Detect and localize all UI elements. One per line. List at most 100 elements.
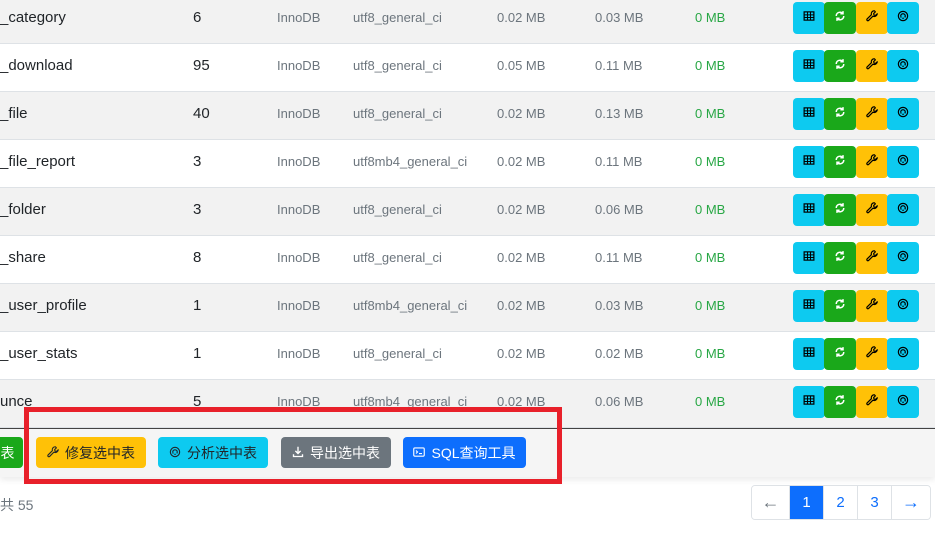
free-space-cell: 0 MB [695, 154, 726, 169]
table-row: unce 5 InnoDB utf8mb4_general_ci 0.02 MB 0.06… [0, 380, 935, 428]
partial-bulk-button[interactable]: 表 [0, 437, 23, 468]
pagination-page-2[interactable]: 2 [824, 486, 858, 519]
index-size-cell: 0.11 MB [595, 58, 643, 73]
analyze-icon [897, 201, 909, 219]
optimize-table-button[interactable] [824, 290, 856, 322]
browse-table-button[interactable] [793, 194, 825, 226]
browse-table-button[interactable] [793, 50, 825, 82]
wrench-icon [866, 9, 878, 27]
repair-table-button[interactable] [856, 50, 888, 82]
optimize-table-button[interactable] [824, 242, 856, 274]
analyze-table-button[interactable] [887, 50, 919, 82]
refresh-icon [834, 57, 846, 75]
data-size-cell: 0.02 MB [497, 202, 546, 217]
repair-table-button[interactable] [856, 146, 888, 178]
browse-table-button[interactable] [793, 2, 825, 34]
table-name-cell: _file_report [0, 153, 76, 170]
partial-bulk-button-label: 表 [0, 444, 15, 461]
analyze-table-button[interactable] [887, 242, 919, 274]
data-size-cell: 0.02 MB [497, 106, 546, 121]
table-row: _download 95 InnoDB utf8_general_ci 0.05 MB 0… [0, 44, 935, 92]
free-space-cell: 0 MB [695, 298, 726, 313]
browse-table-button[interactable] [793, 290, 825, 322]
engine-cell: InnoDB [277, 58, 321, 73]
free-space-cell: 0 MB [695, 106, 726, 121]
data-size-cell: 0.02 MB [497, 394, 546, 409]
data-size-cell: 0.02 MB [497, 346, 546, 361]
collation-cell: utf8_general_ci [353, 346, 442, 361]
pagination-next-button[interactable]: → [892, 486, 930, 519]
free-space-cell: 0 MB [695, 202, 726, 217]
analyze-icon [169, 445, 181, 461]
index-size-cell: 0.11 MB [595, 250, 643, 265]
collation-cell: utf8mb4_general_ci [353, 394, 468, 409]
repair-table-button[interactable] [856, 290, 888, 322]
index-size-cell: 0.11 MB [595, 154, 643, 169]
analyze-icon [897, 249, 909, 267]
analyze-table-button[interactable] [887, 98, 919, 130]
data-size-cell: 0.05 MB [497, 58, 546, 73]
optimize-table-button[interactable] [824, 386, 856, 418]
row-count-cell: 1 [193, 345, 202, 362]
analyze-table-button[interactable] [887, 386, 919, 418]
analyze-table-button[interactable] [887, 194, 919, 226]
pagination-page-1[interactable]: 1 [790, 486, 824, 519]
optimize-table-button[interactable] [824, 146, 856, 178]
repair-table-button[interactable] [856, 338, 888, 370]
table-name-cell: _folder [0, 201, 46, 218]
optimize-table-button[interactable] [824, 98, 856, 130]
sql-query-tool-button[interactable]: SQL查询工具 [403, 437, 526, 468]
browse-table-button[interactable] [793, 146, 825, 178]
table-row: _file 40 InnoDB utf8_general_ci 0.02 MB 0.13 … [0, 92, 935, 140]
wrench-icon [866, 201, 878, 219]
wrench-icon [866, 393, 878, 411]
repair-table-button[interactable] [856, 386, 888, 418]
index-size-cell: 0.03 MB [595, 10, 644, 25]
refresh-icon [834, 249, 846, 267]
optimize-table-button[interactable] [824, 2, 856, 34]
table-icon [803, 345, 815, 363]
index-size-cell: 0.13 MB [595, 106, 644, 121]
optimize-table-button[interactable] [824, 50, 856, 82]
pagination: ← 1 2 3 → [751, 485, 931, 520]
browse-table-button[interactable] [793, 338, 825, 370]
table-icon [803, 297, 815, 315]
repair-table-button[interactable] [856, 2, 888, 34]
export-selected-button[interactable]: 导出选中表 [281, 437, 391, 468]
pagination-prev-button[interactable]: ← [752, 486, 790, 519]
row-count-cell: 95 [193, 57, 210, 74]
analyze-icon [897, 345, 909, 363]
total-count: 共 55 [0, 497, 34, 513]
analyze-table-button[interactable] [887, 338, 919, 370]
analyze-table-button[interactable] [887, 146, 919, 178]
repair-table-button[interactable] [856, 242, 888, 274]
collation-cell: utf8mb4_general_ci [353, 298, 468, 313]
analyze-table-button[interactable] [887, 290, 919, 322]
engine-cell: InnoDB [277, 10, 321, 25]
index-size-cell: 0.03 MB [595, 298, 644, 313]
data-size-cell: 0.02 MB [497, 250, 546, 265]
wrench-icon [866, 297, 878, 315]
download-icon [292, 445, 304, 461]
bulk-action-toolbar: 表 修复选中表 分析选中表 导出选中表 SQL查询工具 [0, 429, 935, 477]
optimize-table-button[interactable] [824, 338, 856, 370]
free-space-cell: 0 MB [695, 394, 726, 409]
row-count-cell: 8 [193, 249, 202, 266]
repair-table-button[interactable] [856, 194, 888, 226]
table-name-cell: _user_stats [0, 345, 78, 362]
repair-selected-button[interactable]: 修复选中表 [36, 437, 146, 468]
engine-cell: InnoDB [277, 346, 321, 361]
tables-table: _category 6 InnoDB utf8_general_ci 0.02 MB 0.… [0, 0, 935, 428]
browse-table-button[interactable] [793, 386, 825, 418]
optimize-table-button[interactable] [824, 194, 856, 226]
analyze-table-button[interactable] [887, 2, 919, 34]
repair-table-button[interactable] [856, 98, 888, 130]
browse-table-button[interactable] [793, 98, 825, 130]
pagination-page-3[interactable]: 3 [858, 486, 892, 519]
collation-cell: utf8_general_ci [353, 250, 442, 265]
free-space-cell: 0 MB [695, 250, 726, 265]
analyze-selected-button[interactable]: 分析选中表 [158, 437, 268, 468]
table-row: _user_profile 1 InnoDB utf8mb4_general_ci 0.… [0, 284, 935, 332]
refresh-icon [834, 393, 846, 411]
browse-table-button[interactable] [793, 242, 825, 274]
